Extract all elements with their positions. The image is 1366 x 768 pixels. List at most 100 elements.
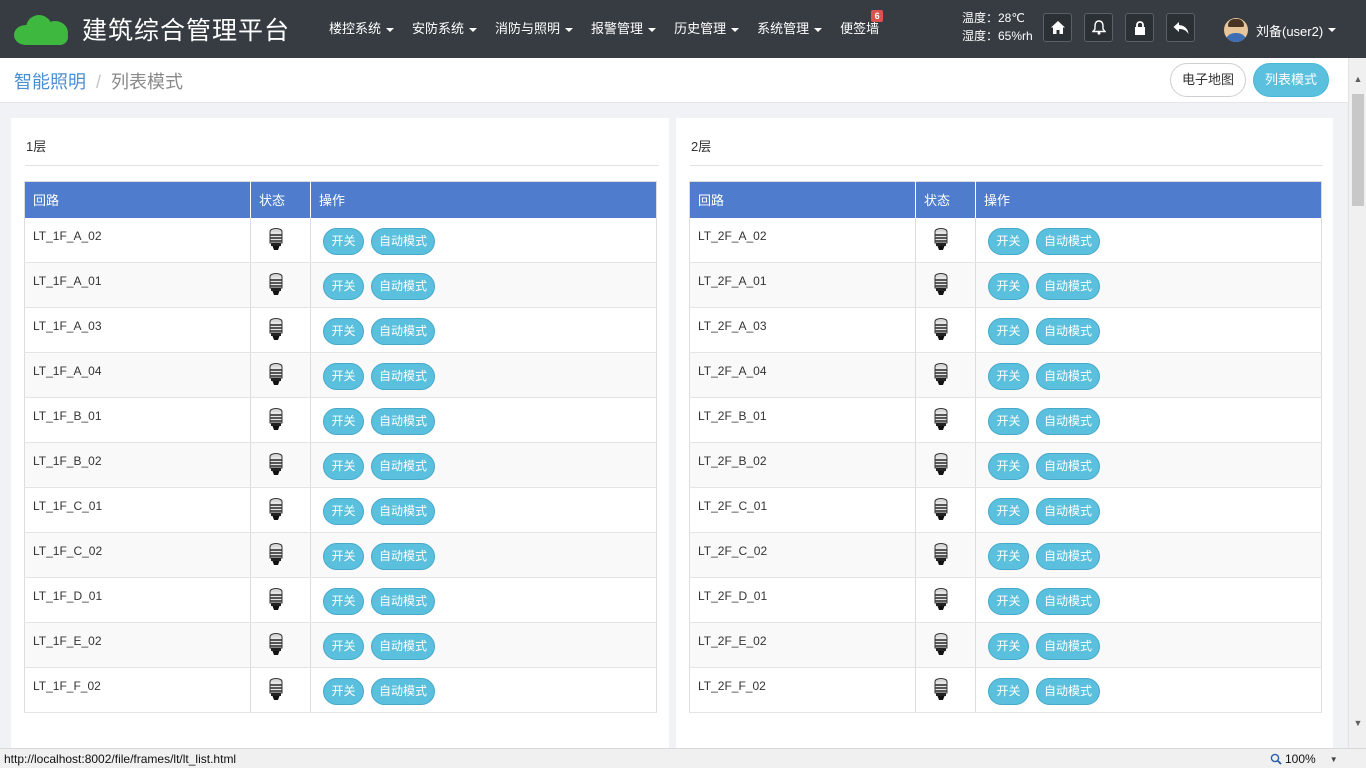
switch-button[interactable]: 开关 [323,543,364,570]
back-button[interactable] [1166,13,1195,42]
temperature-text: 温度：28℃ [962,11,1025,25]
lock-icon [1134,20,1145,35]
switch-button[interactable]: 开关 [323,678,364,705]
bell-icon [1091,20,1106,35]
circuit-cell: LT_2F_A_03 [689,307,916,353]
status-cell [915,577,976,623]
switch-button[interactable]: 开关 [988,633,1029,660]
switch-button[interactable]: 开关 [988,588,1029,615]
scroll-up-icon[interactable]: ▲ [1349,70,1366,88]
breadcrumb-parent-link[interactable]: 智能照明 [14,72,86,92]
circuit-name: LT_1F_B_01 [33,409,102,423]
switch-button[interactable]: 开关 [988,678,1029,705]
switch-button[interactable]: 开关 [323,588,364,615]
circuit-name: LT_2F_E_02 [698,634,767,648]
circuit-name: LT_1F_A_03 [33,319,102,333]
light-bulb-icon [269,408,283,430]
circuit-cell: LT_2F_C_01 [689,487,916,533]
circuit-name: LT_2F_C_01 [698,499,768,513]
auto-mode-button[interactable]: 自动模式 [371,273,435,300]
auto-mode-button[interactable]: 自动模式 [1036,588,1100,615]
brand[interactable]: 建筑综合管理平台 [14,8,290,50]
status-cell [250,397,311,443]
auto-mode-button[interactable]: 自动模式 [1036,318,1100,345]
action-cell: 开关 自动模式 [310,442,657,488]
auto-mode-button[interactable]: 自动模式 [1036,678,1100,705]
auto-mode-button[interactable]: 自动模式 [371,588,435,615]
auto-mode-button[interactable]: 自动模式 [1036,498,1100,525]
status-cell [250,487,311,533]
top-navbar: 建筑综合管理平台 楼控系统 安防系统 消防与照明 报警管理 历史管理 系统管理 … [0,0,1366,58]
auto-mode-button[interactable]: 自动模式 [1036,273,1100,300]
menu-notes-wall[interactable]: 便签墙 6 [831,0,888,58]
menu-alarm[interactable]: 报警管理 [582,0,665,58]
circuit-cell: LT_2F_D_01 [689,577,916,623]
auto-mode-button[interactable]: 自动模式 [1036,408,1100,435]
switch-button[interactable]: 开关 [323,408,364,435]
vertical-scrollbar[interactable]: ▲ ▼ [1348,58,1366,748]
switch-button[interactable]: 开关 [323,453,364,480]
notifications-button[interactable] [1084,13,1113,42]
switch-button[interactable]: 开关 [988,227,1029,255]
action-cell: 开关 自动模式 [310,487,657,533]
status-cell [915,307,976,353]
switch-button[interactable]: 开关 [988,318,1029,345]
auto-mode-button[interactable]: 自动模式 [371,408,435,435]
circuit-name: LT_2F_A_01 [698,274,767,288]
action-cell: 开关 自动模式 [310,217,657,263]
auto-mode-button[interactable]: 自动模式 [1036,543,1100,570]
scroll-thumb[interactable] [1352,94,1364,206]
switch-button[interactable]: 开关 [988,498,1029,525]
home-button[interactable] [1043,13,1072,42]
map-mode-button[interactable]: 电子地图 [1170,63,1246,97]
table-row: LT_2F_B_01 开关 自动模式 [689,397,1322,443]
switch-button[interactable]: 开关 [988,363,1029,390]
list-mode-button[interactable]: 列表模式 [1253,63,1329,97]
circuit-name: LT_2F_A_03 [698,319,767,333]
switch-button[interactable]: 开关 [323,227,364,255]
light-bulb-icon [934,273,948,295]
menu-security[interactable]: 安防系统 [403,0,486,58]
auto-mode-button[interactable]: 自动模式 [371,227,435,255]
switch-button[interactable]: 开关 [988,543,1029,570]
circuit-cell: LT_1F_F_02 [24,667,251,713]
switch-button[interactable]: 开关 [323,498,364,525]
menu-building-control[interactable]: 楼控系统 [320,0,403,58]
switch-button[interactable]: 开关 [323,273,364,300]
switch-button[interactable]: 开关 [988,453,1029,480]
menu-fire-lighting[interactable]: 消防与照明 [486,0,582,58]
auto-mode-button[interactable]: 自动模式 [371,633,435,660]
circuit-name: LT_1F_F_02 [33,679,101,693]
table-header-row: 回路 状态 操作 [24,181,657,218]
auto-mode-button[interactable]: 自动模式 [371,543,435,570]
user-menu[interactable]: 刘备(user2) [1224,17,1337,43]
circuit-cell: LT_1F_C_01 [24,487,251,533]
column-header-action: 操作 [310,181,657,218]
auto-mode-button[interactable]: 自动模式 [1036,453,1100,480]
circuit-cell: LT_1F_B_02 [24,442,251,488]
switch-button[interactable]: 开关 [988,273,1029,300]
cloud-logo-icon [14,11,72,47]
table-row: LT_1F_D_01 开关 自动模式 [24,577,657,623]
circuit-name: LT_1F_A_01 [33,274,102,288]
switch-button[interactable]: 开关 [988,408,1029,435]
auto-mode-button[interactable]: 自动模式 [371,318,435,345]
menu-history[interactable]: 历史管理 [665,0,748,58]
light-bulb-icon [269,227,283,250]
menu-system[interactable]: 系统管理 [748,0,831,58]
auto-mode-button[interactable]: 自动模式 [371,453,435,480]
auto-mode-button[interactable]: 自动模式 [371,363,435,390]
auto-mode-button[interactable]: 自动模式 [1036,227,1100,255]
column-header-status: 状态 [915,181,976,218]
auto-mode-button[interactable]: 自动模式 [1036,633,1100,660]
auto-mode-button[interactable]: 自动模式 [371,678,435,705]
switch-button[interactable]: 开关 [323,633,364,660]
auto-mode-button[interactable]: 自动模式 [1036,363,1100,390]
scroll-down-icon[interactable]: ▼ [1349,714,1366,732]
switch-button[interactable]: 开关 [323,363,364,390]
lock-button[interactable] [1125,13,1154,42]
auto-mode-button[interactable]: 自动模式 [371,498,435,525]
home-icon [1050,21,1065,34]
switch-button[interactable]: 开关 [323,318,364,345]
zoom-control[interactable]: 100% ▼ [1270,752,1338,766]
